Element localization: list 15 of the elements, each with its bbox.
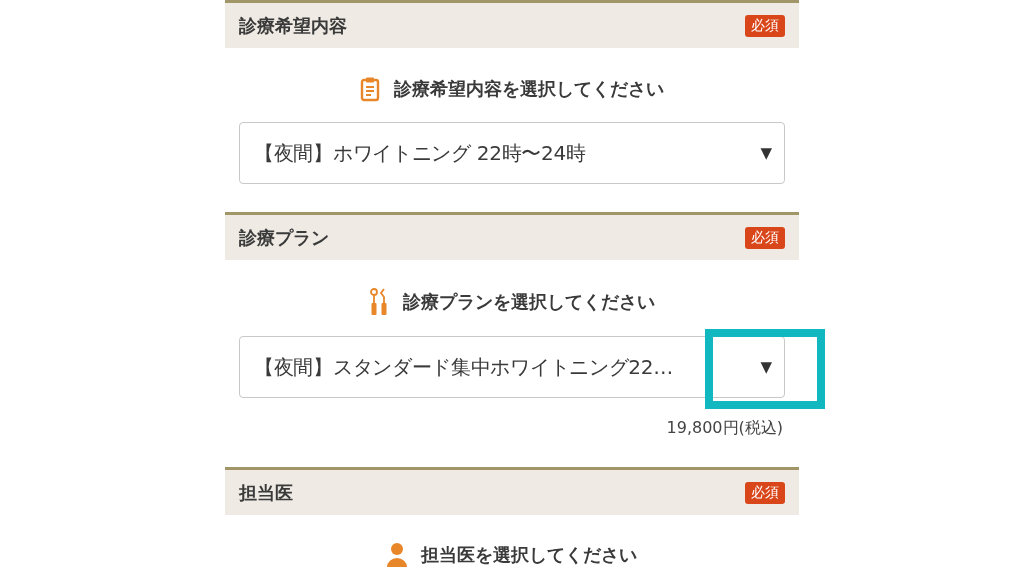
prompt-text: 担当医を選択してください bbox=[421, 543, 637, 567]
person-icon bbox=[387, 543, 407, 567]
dental-tools-icon bbox=[369, 288, 389, 316]
dropdown-select[interactable]: 【夜間】ホワイトニング 22時〜24時 ▼ bbox=[239, 122, 785, 184]
dropdown-select[interactable]: 【夜間】スタンダード集中ホワイトニング22… ▼ bbox=[239, 336, 785, 398]
required-badge: 必須 bbox=[745, 14, 785, 37]
required-badge: 必須 bbox=[745, 481, 785, 504]
section-title: 診療希望内容 bbox=[239, 13, 347, 38]
required-badge: 必須 bbox=[745, 226, 785, 249]
price-text: 19,800円(税込) bbox=[666, 418, 783, 439]
prompt-text: 診療希望内容を選択してください bbox=[394, 77, 664, 101]
section-title: 診療プラン bbox=[239, 225, 329, 250]
clipboard-icon bbox=[360, 76, 380, 102]
section-title: 担当医 bbox=[239, 480, 293, 505]
prompt-text: 診療プランを選択してください bbox=[403, 290, 655, 314]
